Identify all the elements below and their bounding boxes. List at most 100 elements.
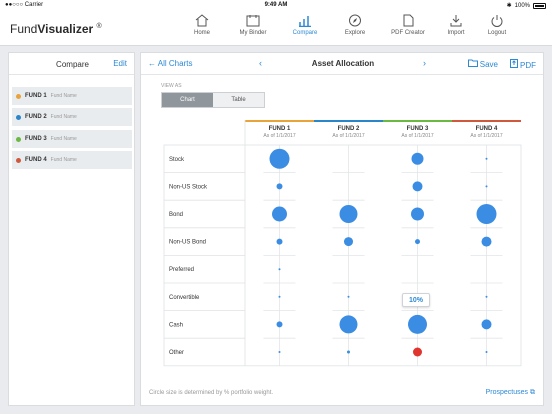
category-label: Convertible (169, 295, 200, 301)
nav-logout[interactable]: Logout (472, 14, 522, 36)
power-icon (491, 15, 503, 27)
fund-column-date: As of 1/1/2017 (470, 133, 502, 139)
nav-label: Import (447, 30, 465, 36)
allocation-bubble (344, 237, 353, 247)
status-right: ✱ 100% (507, 2, 546, 9)
external-link-icon: ⧉ (530, 389, 535, 396)
fund-column-color-bar (383, 120, 452, 122)
category-label: Other (169, 350, 184, 356)
category-label: Preferred (169, 267, 194, 273)
fund-row-3[interactable]: FUND 3 Fund Name (12, 130, 132, 148)
battery-icon (533, 2, 546, 9)
fund-column-date: As of 1/1/2017 (263, 133, 295, 139)
fund-column-date: As of 1/1/2017 (332, 133, 364, 139)
allocation-bubble (485, 185, 488, 188)
allocation-bubble (485, 351, 488, 353)
battery-percent: 100% (514, 2, 530, 9)
allocation-bubble (278, 268, 281, 271)
compare-sidebar: Compare Edit FUND 1 Fund Name FUND 2 Fun… (8, 52, 135, 406)
status-bar: ●●○○○ Carrier 9:49 AM ✱ 100% (0, 0, 552, 11)
status-time: 9:49 AM (264, 2, 288, 8)
fund-row-1[interactable]: FUND 1 Fund Name (12, 87, 132, 105)
logo-text-light: Fund (10, 22, 38, 36)
allocation-bubble (276, 183, 283, 190)
edit-button[interactable]: Edit (113, 59, 127, 68)
allocation-bubble (347, 295, 350, 298)
fund-column-color-bar (314, 120, 383, 122)
nav-label: Home (193, 30, 210, 36)
home-icon (195, 14, 209, 27)
allocation-bubble (339, 205, 358, 223)
fund-column-color-bar (245, 120, 314, 122)
prospectuses-label: Prospectuses (485, 389, 529, 396)
app-logo: FundVisualizer ® (10, 22, 102, 36)
prospectuses-link[interactable]: Prospectuses ⧉ (486, 389, 535, 397)
logo-text-bold: Visualizer (37, 22, 94, 36)
fund-column-title: FUND 4 (476, 126, 498, 132)
category-label: Non-US Bond (169, 240, 206, 246)
fund-name: Fund Name (50, 157, 77, 163)
category-label: Non-US Stock (169, 184, 208, 190)
allocation-bubble (485, 157, 488, 160)
main-panel: ← All Charts ‹ Asset Allocation › Save P… (140, 52, 544, 406)
fund-code: FUND 4 (25, 157, 47, 163)
nav-label: Compare (292, 30, 318, 36)
fund-color-dot (16, 114, 21, 120)
asset-allocation-chart: FUND 1As of 1/1/2017FUND 2As of 1/1/2017… (163, 120, 522, 367)
nav-home[interactable]: Home (177, 14, 227, 36)
nav-label: My Binder (239, 30, 267, 36)
allocation-bubble (413, 347, 422, 357)
allocation-bubble (276, 238, 283, 245)
category-label: Cash (169, 322, 183, 328)
document-icon (403, 14, 414, 27)
nav-explore[interactable]: Explore (330, 14, 380, 36)
import-icon (450, 15, 462, 27)
compass-icon (349, 14, 361, 27)
top-navigation: FundVisualizer ® Home My Binder Compare … (0, 11, 552, 46)
fund-column-title: FUND 3 (407, 126, 429, 132)
allocation-bubble (278, 351, 281, 353)
allocation-bubble (408, 314, 427, 334)
nav-label: Logout (487, 30, 507, 36)
allocation-bubble (481, 236, 492, 247)
category-label: Bond (169, 212, 183, 218)
allocation-bubble (412, 181, 423, 192)
value-tooltip: 10% (402, 293, 430, 307)
nav-pdf-creator[interactable]: PDF Creator (383, 14, 433, 36)
footnote: Circle size is determined by % portfolio… (149, 390, 274, 396)
fund-column-title: FUND 1 (269, 126, 291, 132)
allocation-bubble (347, 350, 350, 354)
fund-code: FUND 2 (25, 114, 47, 120)
allocation-bubble (272, 206, 287, 222)
allocation-bubble (485, 295, 488, 298)
nav-label: PDF Creator (391, 30, 425, 36)
allocation-bubble (476, 204, 497, 224)
fund-row-2[interactable]: FUND 2 Fund Name (12, 108, 132, 126)
bar-chart-icon (299, 16, 311, 27)
binder-icon (246, 15, 260, 27)
fund-code: FUND 3 (25, 136, 47, 142)
fund-name: Fund Name (50, 136, 77, 142)
fund-color-dot (16, 136, 21, 142)
fund-color-dot (16, 157, 21, 163)
allocation-bubble (276, 321, 283, 328)
allocation-bubble (339, 315, 358, 334)
nav-label: Explore (344, 30, 366, 36)
fund-column-title: FUND 2 (338, 126, 360, 132)
fund-row-4[interactable]: FUND 4 Fund Name (12, 151, 132, 169)
logo-registered: ® (96, 23, 102, 30)
bluetooth-icon: ✱ (506, 3, 512, 9)
allocation-bubble (481, 319, 492, 330)
allocation-bubble (411, 152, 424, 165)
allocation-bubble (411, 207, 424, 221)
fund-column-date: As of 1/1/2017 (401, 133, 433, 139)
nav-compare[interactable]: Compare (280, 14, 330, 36)
fund-name: Fund Name (50, 93, 77, 99)
fund-name: Fund Name (50, 114, 77, 120)
fund-color-dot (16, 93, 21, 99)
nav-my-binder[interactable]: My Binder (228, 14, 278, 36)
allocation-bubble (415, 239, 420, 245)
sidebar-header: Compare Edit (9, 53, 134, 75)
allocation-bubble (278, 295, 281, 298)
allocation-bubble (269, 148, 290, 169)
